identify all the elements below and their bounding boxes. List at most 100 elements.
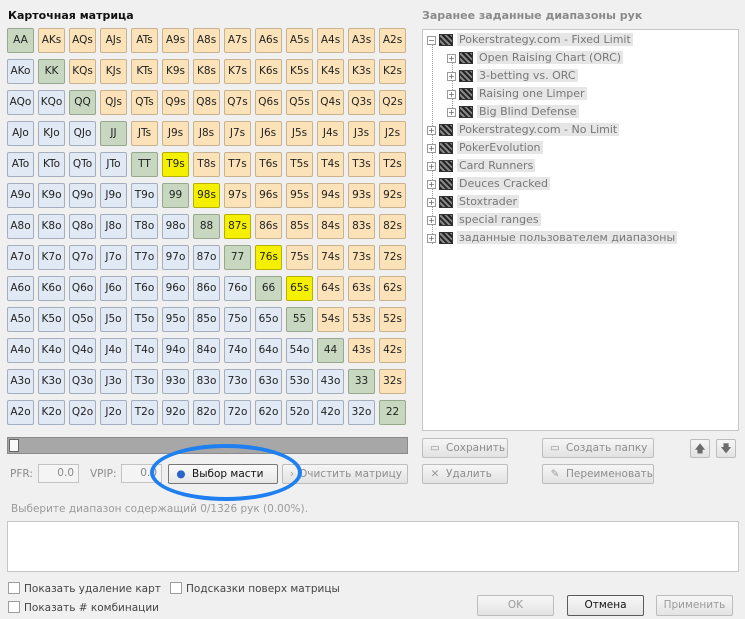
matrix-cell-qjo[interactable]: QJo [69, 121, 96, 146]
pfr-field[interactable]: 0.0 [38, 464, 79, 483]
expand-icon[interactable]: + [427, 197, 436, 207]
matrix-cell-t6s[interactable]: T6s [255, 152, 282, 177]
apply-button[interactable]: Применить [656, 595, 733, 616]
matrix-cell-aks[interactable]: AKs [38, 28, 65, 53]
matrix-cell-54o[interactable]: 54o [286, 338, 313, 363]
matrix-cell-k4s[interactable]: K4s [317, 59, 344, 84]
matrix-cell-a3s[interactable]: A3s [348, 28, 375, 53]
matrix-cell-a9s[interactable]: A9s [162, 28, 189, 53]
expand-icon[interactable]: + [447, 107, 456, 117]
matrix-cell-k7o[interactable]: K7o [38, 245, 65, 270]
matrix-cell-j8s[interactable]: J8s [193, 121, 220, 146]
matrix-cell-74s[interactable]: 74s [317, 245, 344, 270]
matrix-cell-ats[interactable]: ATs [131, 28, 158, 53]
matrix-cell-q9o[interactable]: Q9o [69, 183, 96, 208]
matrix-cell-j7s[interactable]: J7s [224, 121, 251, 146]
expand-icon[interactable]: + [447, 89, 456, 99]
tree-folder[interactable]: + special ranges [427, 212, 541, 228]
matrix-cell-82o[interactable]: 82o [193, 400, 220, 425]
cancel-button[interactable]: Отмена [567, 595, 644, 616]
matrix-cell-72s[interactable]: 72s [379, 245, 406, 270]
matrix-cell-j4o[interactable]: J4o [100, 338, 127, 363]
matrix-cell-k6s[interactable]: K6s [255, 59, 282, 84]
matrix-cell-88[interactable]: 88 [193, 214, 220, 239]
matrix-cell-87s[interactable]: 87s [224, 214, 251, 239]
range-text-area[interactable] [7, 521, 739, 572]
matrix-cell-kjs[interactable]: KJs [100, 59, 127, 84]
tree-range-item[interactable]: + Big Blind Defense [447, 104, 579, 120]
matrix-cell-q4o[interactable]: Q4o [69, 338, 96, 363]
matrix-cell-a4s[interactable]: A4s [317, 28, 344, 53]
matrix-cell-jts[interactable]: JTs [131, 121, 158, 146]
matrix-cell-t2s[interactable]: T2s [379, 152, 406, 177]
matrix-cell-aa[interactable]: AA [7, 28, 34, 53]
matrix-cell-73s[interactable]: 73s [348, 245, 375, 270]
matrix-cell-76o[interactable]: 76o [224, 276, 251, 301]
delete-range-button[interactable]: ✕ Удалить [422, 464, 508, 484]
matrix-cell-62s[interactable]: 62s [379, 276, 406, 301]
matrix-cell-t7o[interactable]: T7o [131, 245, 158, 270]
matrix-cell-75s[interactable]: 75s [286, 245, 313, 270]
matrix-cell-j3s[interactable]: J3s [348, 121, 375, 146]
matrix-cell-kto[interactable]: KTo [38, 152, 65, 177]
matrix-cell-43o[interactable]: 43o [317, 369, 344, 394]
matrix-cell-a6o[interactable]: A6o [7, 276, 34, 301]
matrix-cell-k8o[interactable]: K8o [38, 214, 65, 239]
expand-icon[interactable]: + [447, 71, 456, 81]
matrix-cell-q2o[interactable]: Q2o [69, 400, 96, 425]
matrix-cell-a7o[interactable]: A7o [7, 245, 34, 270]
matrix-cell-82s[interactable]: 82s [379, 214, 406, 239]
matrix-cell-t5o[interactable]: T5o [131, 307, 158, 332]
matrix-cell-65s[interactable]: 65s [286, 276, 313, 301]
expand-icon[interactable]: + [427, 179, 436, 189]
matrix-cell-k3s[interactable]: K3s [348, 59, 375, 84]
matrix-cell-q7o[interactable]: Q7o [69, 245, 96, 270]
matrix-cell-a7s[interactable]: A7s [224, 28, 251, 53]
matrix-cell-84s[interactable]: 84s [317, 214, 344, 239]
matrix-cell-64s[interactable]: 64s [317, 276, 344, 301]
matrix-cell-k8s[interactable]: K8s [193, 59, 220, 84]
matrix-cell-k2o[interactable]: K2o [38, 400, 65, 425]
matrix-cell-t9s[interactable]: T9s [162, 152, 189, 177]
matrix-cell-qto[interactable]: QTo [69, 152, 96, 177]
matrix-cell-65o[interactable]: 65o [255, 307, 282, 332]
tree-folder[interactable]: + заданные пользователем диапазоны [427, 230, 678, 246]
tree-folder[interactable]: + Stoxtrader [427, 194, 520, 210]
matrix-cell-t5s[interactable]: T5s [286, 152, 313, 177]
tree-folder[interactable]: − Pokerstrategy.com - Fixed Limit [427, 32, 633, 48]
checkbox-box[interactable] [170, 582, 182, 594]
matrix-cell-qjs[interactable]: QJs [100, 90, 127, 115]
matrix-cell-j4s[interactable]: J4s [317, 121, 344, 146]
matrix-cell-j6o[interactable]: J6o [100, 276, 127, 301]
matrix-cell-98s[interactable]: 98s [193, 183, 220, 208]
matrix-cell-qq[interactable]: QQ [69, 90, 96, 115]
matrix-cell-q8s[interactable]: Q8s [193, 90, 220, 115]
ok-button[interactable]: OK [477, 595, 554, 616]
matrix-cell-a2s[interactable]: A2s [379, 28, 406, 53]
matrix-cell-j7o[interactable]: J7o [100, 245, 127, 270]
matrix-cell-72o[interactable]: 72o [224, 400, 251, 425]
matrix-cell-k9s[interactable]: K9s [162, 59, 189, 84]
matrix-cell-q2s[interactable]: Q2s [379, 90, 406, 115]
matrix-cell-a8s[interactable]: A8s [193, 28, 220, 53]
matrix-cell-ato[interactable]: ATo [7, 152, 34, 177]
matrix-cell-t4o[interactable]: T4o [131, 338, 158, 363]
matrix-cell-54s[interactable]: 54s [317, 307, 344, 332]
matrix-cell-83s[interactable]: 83s [348, 214, 375, 239]
tree-folder[interactable]: + PokerEvolution [427, 140, 543, 156]
matrix-cell-93o[interactable]: 93o [162, 369, 189, 394]
checkbox-box[interactable] [8, 582, 20, 594]
matrix-cell-k4o[interactable]: K4o [38, 338, 65, 363]
matrix-cell-97o[interactable]: 97o [162, 245, 189, 270]
matrix-cell-95o[interactable]: 95o [162, 307, 189, 332]
matrix-cell-t9o[interactable]: T9o [131, 183, 158, 208]
matrix-cell-66[interactable]: 66 [255, 276, 282, 301]
matrix-cell-q5s[interactable]: Q5s [286, 90, 313, 115]
matrix-cell-52s[interactable]: 52s [379, 307, 406, 332]
matrix-cell-62o[interactable]: 62o [255, 400, 282, 425]
matrix-cell-q6s[interactable]: Q6s [255, 90, 282, 115]
matrix-cell-a2o[interactable]: A2o [7, 400, 34, 425]
matrix-cell-33[interactable]: 33 [348, 369, 375, 394]
matrix-cell-t8s[interactable]: T8s [193, 152, 220, 177]
matrix-cell-q7s[interactable]: Q7s [224, 90, 251, 115]
